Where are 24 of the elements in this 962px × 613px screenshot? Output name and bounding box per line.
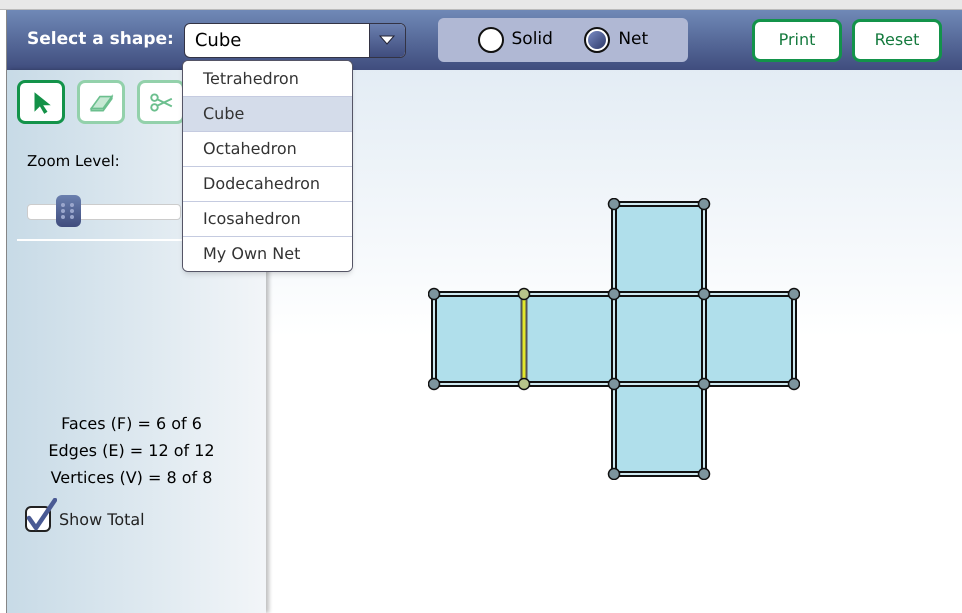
- toolbar-button[interactable]: Reset: [852, 18, 942, 62]
- dropdown-option[interactable]: Dodecahedron: [183, 166, 352, 201]
- zoom-label: Zoom Level:: [27, 151, 121, 172]
- radio-label[interactable]: Net: [618, 27, 648, 53]
- count-text: Faces (F) = 6 of 6: [61, 412, 202, 434]
- dropdown-option[interactable]: My Own Net: [183, 236, 352, 271]
- dropdown-option[interactable]: Icosahedron: [183, 201, 352, 236]
- slider-thumb[interactable]: [56, 194, 82, 226]
- count-text: Edges (E) = 12 of 12: [48, 440, 215, 462]
- select-label: Select a shape:: [27, 28, 174, 52]
- radio-button[interactable]: [584, 27, 610, 53]
- toolbar-button[interactable]: Print: [752, 18, 842, 62]
- dropdown-option[interactable]: Octahedron: [183, 131, 352, 166]
- radio-button[interactable]: [478, 27, 504, 53]
- checkbox[interactable]: [25, 498, 57, 532]
- count-text: Vertices (V) = 8 of 8: [50, 466, 212, 488]
- shape-select[interactable]: Cube: [184, 22, 406, 58]
- dropdown-option[interactable]: Tetrahedron: [183, 61, 352, 96]
- tool-button[interactable]: [17, 80, 65, 124]
- tool-button[interactable]: [137, 80, 185, 124]
- dropdown-option[interactable]: Cube: [183, 96, 352, 131]
- zoom-slider[interactable]: [27, 194, 181, 226]
- radio-label[interactable]: Solid: [512, 27, 553, 53]
- show-total-checkbox[interactable]: Show Total: [25, 498, 145, 532]
